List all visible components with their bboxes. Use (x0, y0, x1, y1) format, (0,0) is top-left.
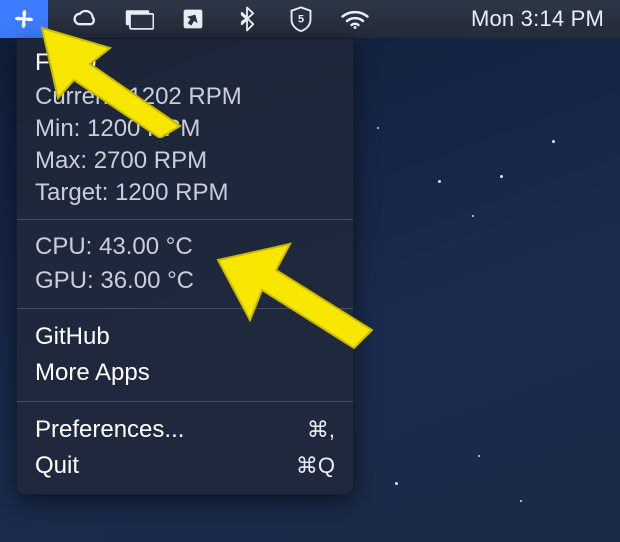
fan-target-label: Target: (35, 179, 108, 206)
screen-share-icon[interactable] (122, 0, 156, 38)
star (520, 500, 522, 502)
commands-section: Preferences... ⌘, Quit ⌘Q (17, 402, 353, 494)
fan-target-value: 1200 RPM (115, 179, 228, 206)
creative-cloud-icon[interactable] (68, 0, 102, 38)
preferences-item[interactable]: Preferences... ⌘, (35, 412, 335, 448)
gpu-temp-row: GPU: 36.00 °C (35, 264, 335, 298)
fan-status-section: Fan 0 Current: 1202 RPM Min: 1200 RPM Ma… (17, 39, 353, 219)
temperature-section: CPU: 43.00 °C GPU: 36.00 °C (17, 220, 353, 308)
fan-max-row: Max: 2700 RPM (35, 145, 335, 177)
fan-min-label: Min: (35, 115, 80, 142)
preferences-label: Preferences... (35, 412, 184, 448)
fan-control-dropdown: Fan 0 Current: 1202 RPM Min: 1200 RPM Ma… (16, 38, 354, 495)
gpu-temp-value: 36.00 °C (100, 267, 194, 294)
menu-bar-clock[interactable]: Mon 3:14 PM (471, 6, 610, 32)
github-label: GitHub (35, 319, 110, 355)
fan-min-row: Min: 1200 RPM (35, 113, 335, 145)
menu-bar: 5 Mon 3:14 PM (0, 0, 620, 38)
star (500, 175, 503, 178)
star (395, 482, 398, 485)
star (438, 180, 441, 183)
svg-text:5: 5 (298, 14, 304, 26)
shield-5-icon[interactable]: 5 (284, 0, 318, 38)
send-icon[interactable] (176, 0, 210, 38)
fan-current-label: Current: (35, 83, 122, 110)
fan-icon (11, 6, 37, 32)
more-apps-label: More Apps (35, 355, 150, 391)
fan-max-value: 2700 RPM (94, 147, 207, 174)
fan-current-row: Current: 1202 RPM (35, 81, 335, 113)
quit-item[interactable]: Quit ⌘Q (35, 448, 335, 484)
star (552, 140, 555, 143)
star (472, 215, 474, 217)
gpu-temp-label: GPU: (35, 267, 94, 294)
cpu-temp-label: CPU: (35, 233, 92, 260)
wifi-icon[interactable] (338, 0, 372, 38)
star (377, 127, 379, 129)
quit-shortcut: ⌘Q (296, 448, 335, 484)
cpu-temp-value: 43.00 °C (99, 233, 193, 260)
fan-control-icon[interactable] (0, 0, 48, 38)
quit-label: Quit (35, 448, 79, 484)
bluetooth-icon[interactable] (230, 0, 264, 38)
fan-min-value: 1200 RPM (87, 115, 200, 142)
github-link[interactable]: GitHub (35, 319, 335, 355)
links-section: GitHub More Apps (17, 309, 353, 401)
fan-max-label: Max: (35, 147, 87, 174)
star (478, 455, 480, 457)
more-apps-link[interactable]: More Apps (35, 355, 335, 391)
cpu-temp-row: CPU: 43.00 °C (35, 230, 335, 264)
preferences-shortcut: ⌘, (307, 412, 335, 448)
fan-target-row: Target: 1200 RPM (35, 177, 335, 209)
fan-title: Fan 0 (35, 49, 335, 77)
fan-current-value: 1202 RPM (128, 83, 241, 110)
